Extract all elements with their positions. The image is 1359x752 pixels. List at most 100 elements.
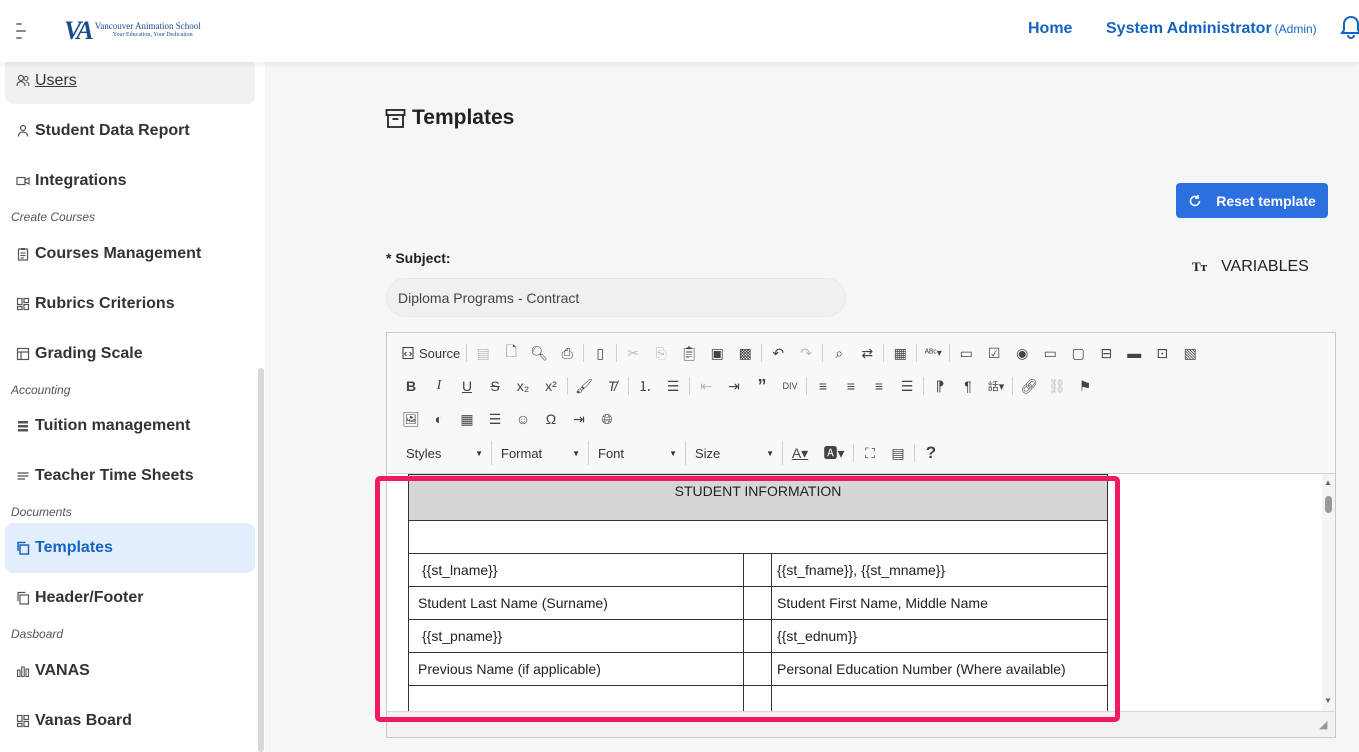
align-left-icon[interactable]: ≡ bbox=[809, 374, 837, 398]
sidebar-item-users[interactable]: Users bbox=[5, 58, 255, 104]
page-break-icon[interactable]: ⇥ bbox=[565, 407, 593, 431]
redo-icon[interactable]: ↷ bbox=[792, 341, 820, 365]
image-button-icon[interactable]: ⊡ bbox=[1148, 341, 1176, 365]
text-field-icon[interactable]: ▭ bbox=[1036, 341, 1064, 365]
sidebar-item-student-data-report[interactable]: Student Data Report bbox=[5, 108, 255, 154]
undo-icon[interactable]: ↶ bbox=[764, 341, 792, 365]
sidebar-item-tuition-management[interactable]: Tuition management bbox=[5, 403, 255, 449]
templates-icon[interactable]: ▯ bbox=[586, 341, 614, 365]
scroll-up-icon[interactable]: ▲ bbox=[1324, 478, 1332, 487]
paste-icon[interactable]: 📋︎ bbox=[675, 341, 703, 365]
sidebar-item-rubrics-criterions[interactable]: Rubrics Criterions bbox=[5, 281, 255, 327]
table-cell: {{st_ednum}} bbox=[771, 619, 1108, 653]
show-blocks-icon[interactable]: ▤ bbox=[884, 441, 912, 465]
scrollbar-thumb[interactable] bbox=[1325, 496, 1332, 513]
logo[interactable]: VA Vancouver Animation School Your Educa… bbox=[64, 16, 201, 46]
editor-content[interactable]: STUDENT INFORMATION {{st_lname}} {{st_fn… bbox=[387, 473, 1335, 711]
sidebar-item-header-footer[interactable]: Header/Footer bbox=[5, 575, 255, 621]
subject-input[interactable]: Diploma Programs - Contract bbox=[386, 278, 846, 317]
anchor-icon[interactable]: ⚑ bbox=[1071, 374, 1099, 398]
create-div-icon[interactable]: DIV bbox=[776, 374, 804, 398]
subject-label: * Subject: bbox=[386, 250, 451, 266]
text-color-icon[interactable]: A▾ bbox=[783, 441, 817, 465]
new-page-icon[interactable]: 🗋 bbox=[497, 341, 525, 365]
clipboard-icon bbox=[16, 247, 30, 261]
styles-dropdown[interactable]: Styles ▼ bbox=[397, 441, 492, 465]
sidebar-item-courses-management[interactable]: Courses Management bbox=[5, 231, 255, 277]
format-dropdown[interactable]: Format ▼ bbox=[492, 441, 589, 465]
sidebar-item-vanas[interactable]: VANAS bbox=[5, 648, 255, 694]
sidebar-item-teacher-time-sheets[interactable]: Teacher Time Sheets bbox=[5, 453, 255, 499]
sidebar-scrollbar[interactable] bbox=[258, 368, 264, 752]
help-icon[interactable]: ? bbox=[917, 441, 945, 465]
reset-template-button[interactable]: Reset template bbox=[1176, 183, 1328, 218]
align-right-icon[interactable]: ≡ bbox=[865, 374, 893, 398]
link-icon[interactable]: 🔗︎ bbox=[1015, 374, 1043, 398]
language-icon[interactable]: 話▾ bbox=[982, 374, 1010, 398]
spellcheck-icon[interactable]: ᴬᴮᶜ▾ bbox=[919, 341, 947, 365]
scroll-down-icon[interactable]: ▼ bbox=[1324, 696, 1332, 705]
size-dropdown[interactable]: Size ▼ bbox=[686, 441, 783, 465]
form-icon[interactable]: ▭ bbox=[952, 341, 980, 365]
bold-icon[interactable]: B bbox=[397, 374, 425, 398]
resize-handle-icon[interactable]: ◢ bbox=[1319, 718, 1327, 731]
numbered-list-icon[interactable]: ⒈ bbox=[631, 374, 659, 398]
sidebar-item-templates[interactable]: Templates bbox=[5, 523, 255, 573]
bell-icon[interactable] bbox=[1340, 15, 1359, 41]
home-link[interactable]: Home bbox=[1028, 20, 1072, 38]
find-icon[interactable]: ⌕ bbox=[825, 341, 853, 365]
select-all-icon[interactable]: ▦ bbox=[886, 341, 914, 365]
sidebar-item-integrations[interactable]: Integrations bbox=[5, 158, 255, 204]
paste-text-icon[interactable]: ▣ bbox=[703, 341, 731, 365]
bg-color-icon[interactable]: 🅰▾ bbox=[817, 441, 851, 465]
save-icon[interactable]: ▤ bbox=[469, 341, 497, 365]
maximize-icon[interactable]: ⛶ bbox=[856, 441, 884, 465]
strikethrough-icon[interactable]: S bbox=[481, 374, 509, 398]
table-icon[interactable]: ▦ bbox=[453, 407, 481, 431]
button-field-icon[interactable]: ▬ bbox=[1120, 341, 1148, 365]
copy-format-icon[interactable]: 🖌︎ bbox=[570, 374, 598, 398]
editor-scrollbar[interactable]: ▲ ▼ bbox=[1322, 474, 1335, 711]
menu-toggle-icon[interactable] bbox=[14, 20, 30, 42]
rtl-icon[interactable]: ¶ bbox=[954, 374, 982, 398]
user-menu[interactable]: System Administrator (Admin) bbox=[1106, 20, 1317, 38]
sidebar-item-grading-scale[interactable]: Grading Scale bbox=[5, 331, 255, 377]
indent-icon[interactable]: ⇥ bbox=[720, 374, 748, 398]
justify-icon[interactable]: ☰ bbox=[893, 374, 921, 398]
replace-icon[interactable]: ⇄ bbox=[853, 341, 881, 365]
bulleted-list-icon[interactable]: ☰ bbox=[659, 374, 687, 398]
select-field-icon[interactable]: ⊟ bbox=[1092, 341, 1120, 365]
chevron-down-icon: ▼ bbox=[766, 448, 774, 458]
unlink-icon[interactable]: ⛓ bbox=[1043, 374, 1071, 398]
radio-icon[interactable]: ◉ bbox=[1008, 341, 1036, 365]
ltr-icon[interactable]: ⁋ bbox=[926, 374, 954, 398]
sidebar-item-vanas-board[interactable]: Vanas Board bbox=[5, 698, 255, 744]
font-dropdown[interactable]: Font ▼ bbox=[589, 441, 686, 465]
source-button[interactable]: Source bbox=[397, 341, 464, 365]
textarea-icon[interactable]: ▢ bbox=[1064, 341, 1092, 365]
hidden-field-icon[interactable]: ▧ bbox=[1176, 341, 1204, 365]
iframe-icon[interactable]: 🌐︎ bbox=[593, 407, 621, 431]
underline-icon[interactable]: U bbox=[453, 374, 481, 398]
app-window: VA Vancouver Animation School Your Educa… bbox=[0, 0, 1359, 752]
smiley-icon[interactable]: ☺ bbox=[509, 407, 537, 431]
flash-icon[interactable]: ◐ bbox=[425, 407, 453, 431]
special-char-icon[interactable]: Ω bbox=[537, 407, 565, 431]
cut-icon[interactable]: ✂ bbox=[619, 341, 647, 365]
image-icon[interactable]: 🖼︎ bbox=[397, 407, 425, 431]
variables-button[interactable]: Tт VARIABLES bbox=[1192, 258, 1309, 276]
remove-format-icon[interactable]: T̸ bbox=[598, 374, 626, 398]
blockquote-icon[interactable]: ” bbox=[748, 374, 776, 398]
rich-text-editor: Source ▤ 🗋 🔍︎ ⎙ ▯ ✂ ⎘ 📋︎ ▣ ▩ ↶ ↷ ⌕ ⇄ ▦ ᴬ… bbox=[386, 332, 1336, 738]
paste-word-icon[interactable]: ▩ bbox=[731, 341, 759, 365]
preview-icon[interactable]: 🔍︎ bbox=[525, 341, 553, 365]
align-center-icon[interactable]: ≡ bbox=[837, 374, 865, 398]
copy-icon[interactable]: ⎘ bbox=[647, 341, 675, 365]
print-icon[interactable]: ⎙ bbox=[553, 341, 581, 365]
checkbox-icon[interactable]: ☑ bbox=[980, 341, 1008, 365]
subscript-icon[interactable]: x₂ bbox=[509, 374, 537, 398]
superscript-icon[interactable]: x² bbox=[537, 374, 565, 398]
outdent-icon[interactable]: ⇤ bbox=[692, 374, 720, 398]
italic-icon[interactable]: I bbox=[425, 374, 453, 398]
horizontal-line-icon[interactable]: ☰ bbox=[481, 407, 509, 431]
